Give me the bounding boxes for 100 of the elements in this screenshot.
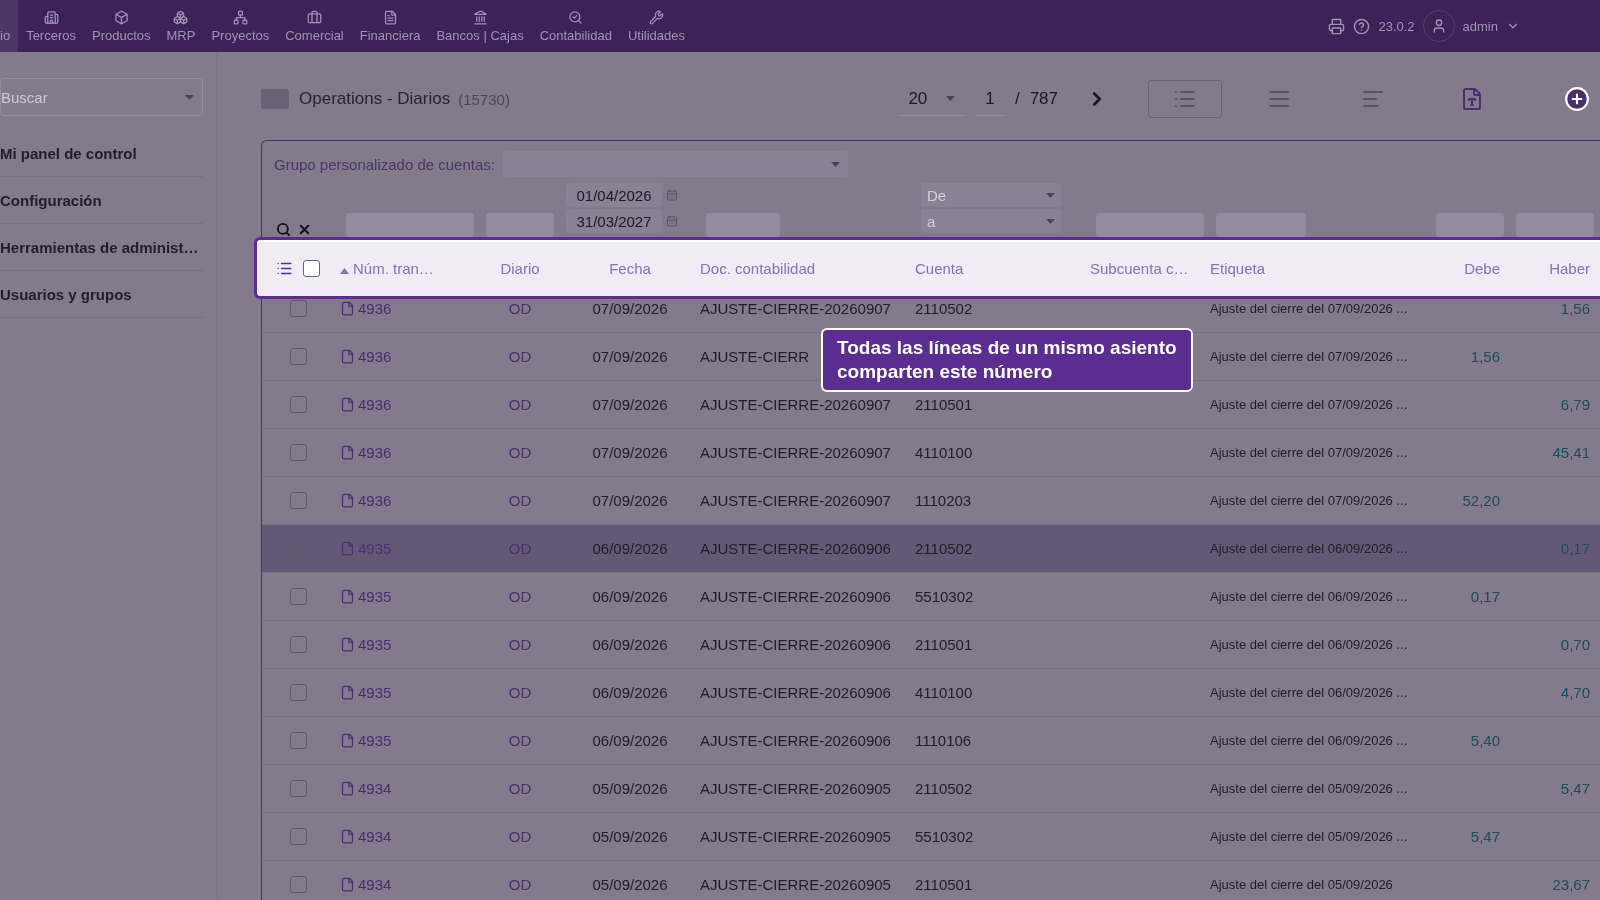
menu-tab[interactable]: Contabilidad <box>531 0 620 52</box>
caret-icon[interactable] <box>1046 192 1055 198</box>
help-icon[interactable] <box>1353 17 1371 35</box>
row-checkbox[interactable] <box>290 876 307 893</box>
date-cell-text: 06/09/2026 <box>591 540 669 557</box>
calendar-icon[interactable] <box>666 215 678 227</box>
column-header[interactable]: Cuenta <box>915 259 1090 277</box>
row-checkbox[interactable] <box>290 444 307 461</box>
search-field[interactable]: Buscar <box>0 78 203 116</box>
date-cell-text: 06/09/2026 <box>591 588 669 605</box>
journal-cell-text: OD <box>507 348 533 365</box>
file-icon <box>340 541 355 556</box>
menu-tab[interactable]: MRP <box>158 0 204 52</box>
transaction-link[interactable]: 4936 <box>340 348 480 365</box>
label-cell-text: Ajuste del cierre del 06/09/2026 ... <box>1210 637 1409 652</box>
column-header[interactable]: Fecha <box>560 259 700 277</box>
account-cell-text: 2110502 <box>915 540 974 557</box>
menu-tab[interactable]: Productos <box>84 0 159 52</box>
filter-field[interactable] <box>1516 213 1594 237</box>
filter-field[interactable] <box>1436 213 1504 237</box>
filter-field[interactable] <box>486 213 554 237</box>
menu-tab[interactable]: Proyectos <box>203 0 278 52</box>
transaction-link[interactable]: 4934 <box>340 780 480 797</box>
caret-icon[interactable] <box>1046 218 1055 224</box>
transaction-link[interactable]: 4936 <box>340 300 480 317</box>
label-cell-text: Ajuste del cierre del 06/09/2026 ... <box>1210 589 1409 604</box>
row-checkbox[interactable] <box>290 684 307 701</box>
add-icon[interactable] <box>1564 86 1590 112</box>
label-cell-text: Ajuste del cierre del 05/09/2026 ... <box>1210 829 1409 844</box>
view-mode-button[interactable] <box>1148 80 1222 118</box>
credit-cell-text: 23,67 <box>1551 876 1591 893</box>
credit-cell-text: 0,17 <box>1559 540 1591 557</box>
filter-field[interactable] <box>706 213 780 237</box>
document-cell-text: AJUSTE-CIERR <box>700 348 811 365</box>
tour-tooltip: Todas las líneas de un mismo asiento comparten este número <box>821 328 1193 392</box>
label-cell-text: Ajuste del cierre del 07/09/2026 ... <box>1210 301 1409 316</box>
menu-tab[interactable]: Utilidades <box>619 0 694 52</box>
transaction-link[interactable]: 4936 <box>340 396 480 413</box>
column-header[interactable]: Núm. tran… <box>340 259 480 277</box>
account-select[interactable]: a <box>921 209 1061 233</box>
search-icon[interactable] <box>276 222 291 237</box>
menu-tab[interactable]: Comercial <box>277 0 352 52</box>
journal-cell-text: OD <box>507 444 533 461</box>
menu-tab[interactable]: io <box>0 0 19 52</box>
sidebar-item[interactable]: Usuarios y grupos <box>0 271 203 318</box>
caret-icon[interactable] <box>946 96 956 101</box>
filter-field[interactable] <box>1216 213 1306 237</box>
row-checkbox[interactable] <box>290 780 307 797</box>
date-field[interactable]: 01/04/2026 <box>566 183 662 207</box>
close-icon[interactable] <box>297 222 312 237</box>
menu-tab[interactable]: Financiera <box>351 0 429 52</box>
select-all-checkbox[interactable] <box>303 259 320 277</box>
row-checkbox[interactable] <box>290 348 307 365</box>
date-cell-text: 06/09/2026 <box>591 732 669 749</box>
caret-icon[interactable] <box>185 94 194 100</box>
transaction-link[interactable]: 4935 <box>340 684 480 701</box>
calendar-icon[interactable] <box>666 189 678 201</box>
filter-field[interactable] <box>1096 213 1204 237</box>
menu-tab[interactable]: Bancos | Cajas <box>428 0 532 52</box>
transaction-link[interactable]: 4934 <box>340 828 480 845</box>
row-checkbox[interactable] <box>290 828 307 845</box>
journal-cell-text: OD <box>507 876 533 893</box>
print-icon[interactable] <box>1328 17 1346 35</box>
column-header[interactable]: Subcuenta c… <box>1090 259 1210 277</box>
transaction-link[interactable]: 4936 <box>340 492 480 509</box>
sidebar-item[interactable]: Mi panel de control <box>0 130 203 177</box>
row-checkbox[interactable] <box>290 492 307 509</box>
column-header[interactable]: Haber <box>1510 259 1600 277</box>
sidebar-item[interactable]: Herramientas de administ… <box>0 224 203 271</box>
transaction-link[interactable]: 4935 <box>340 636 480 653</box>
account-select[interactable]: De <box>921 183 1061 207</box>
pdf-icon[interactable] <box>1460 87 1484 111</box>
transaction-link[interactable]: 4935 <box>340 588 480 605</box>
column-header[interactable]: Diario <box>480 259 560 277</box>
page-size-select[interactable]: 20 <box>898 82 965 116</box>
caret-icon[interactable] <box>831 161 840 167</box>
label-cell-text: Ajuste del cierre del 07/09/2026 ... <box>1210 445 1409 460</box>
file-icon <box>340 349 355 364</box>
account-cell-text: 4110100 <box>915 444 974 461</box>
date-field[interactable]: 31/03/2027 <box>566 209 662 233</box>
menu-icon <box>382 9 398 25</box>
page-input[interactable]: 1 <box>974 82 1005 116</box>
row-checkbox[interactable] <box>290 300 307 317</box>
document-cell-text: AJUSTE-CIERRE-20260905 <box>700 780 892 797</box>
sidebar-item[interactable]: Configuración <box>0 177 203 224</box>
user-name[interactable]: admin <box>1462 18 1498 34</box>
row-checkbox[interactable] <box>290 396 307 413</box>
row-checkbox[interactable] <box>290 732 307 749</box>
menu-tab[interactable]: Terceros <box>18 0 84 52</box>
label-cell-text: Ajuste del cierre del 06/09/2026 ... <box>1210 733 1409 748</box>
filter-field[interactable] <box>346 213 474 237</box>
column-header[interactable]: Doc. contabilidad <box>700 259 915 277</box>
column-header[interactable]: Debe <box>1430 259 1510 277</box>
transaction-link[interactable]: 4935 <box>340 732 480 749</box>
row-checkbox[interactable] <box>290 588 307 605</box>
column-header[interactable]: Etiqueta <box>1210 259 1430 277</box>
transaction-link[interactable]: 4934 <box>340 876 480 893</box>
transaction-link[interactable]: 4936 <box>340 444 480 461</box>
date-cell-text: 06/09/2026 <box>591 636 669 653</box>
row-checkbox[interactable] <box>290 636 307 653</box>
